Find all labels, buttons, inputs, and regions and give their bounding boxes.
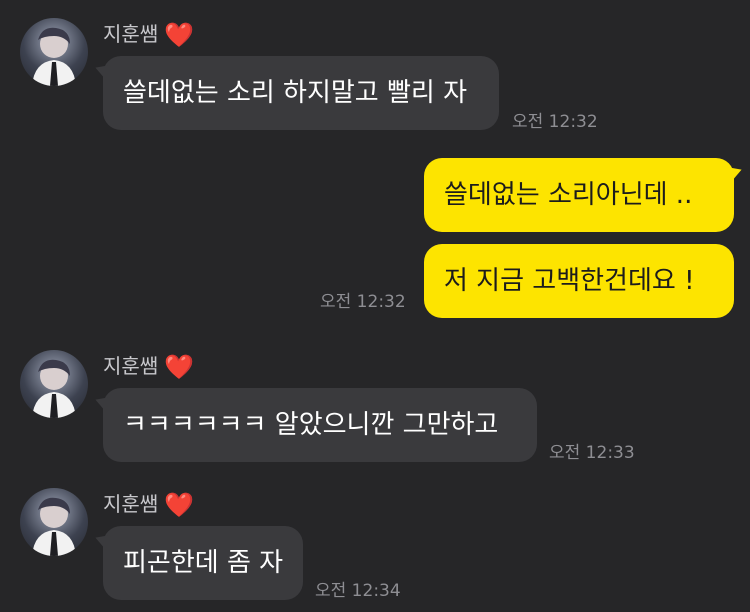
sender-name-text: 지훈쌤 bbox=[103, 492, 159, 516]
avatar[interactable] bbox=[20, 18, 88, 86]
message-time: 오전 12:33 bbox=[549, 443, 635, 463]
bubble-tail bbox=[92, 60, 112, 80]
avatar[interactable] bbox=[20, 350, 88, 418]
chat-area: 지훈쌤 ❤️ 쓸데없는 소리 하지말고 빨리 자 오전 12:32 쓸데없는 소리… bbox=[0, 0, 750, 612]
heart-icon: ❤️ bbox=[164, 353, 195, 381]
sender-name-text: 지훈쌤 bbox=[103, 22, 159, 46]
message-bubble-incoming[interactable]: ㅋㅋㅋㅋㅋㅋ 알았으니깐 그만하고 bbox=[92, 388, 537, 462]
avatar[interactable] bbox=[20, 488, 88, 556]
sender-name: 지훈쌤 ❤️ bbox=[103, 492, 194, 517]
message-text: 쓸데없는 소리 하지말고 빨리 자 bbox=[123, 78, 468, 108]
message-text: 저 지금 고백한건데요 ! bbox=[444, 266, 695, 296]
bubble-tail bbox=[92, 392, 112, 412]
heart-icon: ❤️ bbox=[164, 491, 195, 519]
message-text: 피곤한데 좀 자 bbox=[123, 548, 284, 578]
message-text: 쓸데없는 소리아닌데 .. bbox=[444, 180, 693, 210]
message-bubble-outgoing[interactable]: 쓸데없는 소리아닌데 .. bbox=[424, 158, 745, 232]
message-bubble-outgoing[interactable]: 저 지금 고백한건데요 ! bbox=[424, 244, 734, 318]
heart-icon: ❤️ bbox=[164, 21, 195, 49]
bubble-tail bbox=[92, 530, 112, 550]
sender-name-text: 지훈쌤 bbox=[103, 354, 159, 378]
message-text: ㅋㅋㅋㅋㅋㅋ 알았으니깐 그만하고 bbox=[123, 410, 499, 440]
bubble-tail bbox=[725, 162, 745, 182]
sender-name: 지훈쌤 ❤️ bbox=[103, 354, 194, 379]
message-time: 오전 12:34 bbox=[315, 581, 401, 601]
message-bubble-incoming[interactable]: 피곤한데 좀 자 bbox=[92, 526, 303, 600]
message-time: 오전 12:32 bbox=[512, 112, 598, 132]
message-time: 오전 12:32 bbox=[320, 292, 406, 312]
sender-name: 지훈쌤 ❤️ bbox=[103, 22, 194, 47]
message-bubble-incoming[interactable]: 쓸데없는 소리 하지말고 빨리 자 bbox=[92, 56, 499, 130]
